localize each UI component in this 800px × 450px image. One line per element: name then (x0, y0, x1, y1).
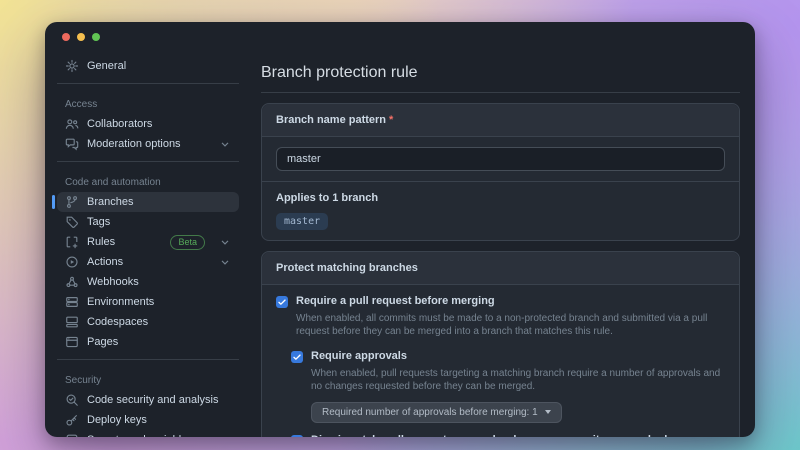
require-approvals-checkbox[interactable] (291, 350, 303, 363)
sidebar-item-deploy-keys[interactable]: Deploy keys (57, 410, 239, 430)
sidebar-section-access: Access (65, 99, 98, 110)
chevron-down-icon (219, 434, 231, 437)
sidebar-item-environments[interactable]: Environments (57, 292, 239, 312)
sidebar-item-label: Secrets and variables (87, 434, 193, 437)
require-approvals-description: When enabled, pull requests targeting a … (311, 367, 721, 393)
codespaces-icon (65, 315, 79, 329)
require-approvals-label[interactable]: Require approvals (311, 350, 725, 364)
play-circle-icon (65, 255, 79, 269)
window-zoom-button[interactable] (92, 33, 100, 41)
sidebar-item-rules[interactable]: Rules Beta (57, 232, 239, 252)
sidebar-item-label: Code security and analysis (87, 394, 219, 406)
webhook-icon (65, 275, 79, 289)
repo-settings-window: General Access Collaborators Moderation … (45, 22, 755, 437)
sidebar-item-branches[interactable]: Branches (52, 192, 239, 212)
sidebar-item-label: Branches (87, 196, 134, 208)
secrets-icon (65, 433, 79, 437)
window-close-button[interactable] (62, 33, 70, 41)
desktop-background: General Access Collaborators Moderation … (0, 0, 800, 450)
protect-card-header: Protect matching branches (262, 252, 739, 285)
sidebar-divider (57, 161, 239, 162)
applies-section: Applies to 1 branch master (262, 181, 739, 240)
required-asterisk: * (389, 114, 394, 126)
sidebar-item-code-security[interactable]: Code security and analysis (57, 390, 239, 410)
chevron-down-icon (219, 138, 231, 150)
git-branch-icon (65, 195, 79, 209)
require-approvals-row: Require approvals When enabled, pull req… (291, 350, 725, 394)
sidebar-divider (57, 83, 239, 84)
sidebar-item-label: Actions (87, 256, 124, 268)
sidebar-item-tags[interactable]: Tags (57, 212, 239, 232)
require-pr-row: Require a pull request before merging Wh… (276, 295, 725, 339)
sidebar-item-label: General (87, 60, 127, 72)
beta-badge: Beta (170, 234, 205, 250)
branch-protection-content: Branch protection rule Branch name patte… (251, 52, 755, 437)
pattern-header-label: Branch name pattern (276, 114, 387, 126)
sidebar-item-label: Moderation options (87, 138, 181, 150)
require-pr-label[interactable]: Require a pull request before merging (296, 295, 725, 309)
window-titlebar (45, 22, 755, 52)
chevron-down-icon (219, 256, 231, 268)
tag-icon (65, 215, 79, 229)
pattern-card-header: Branch name pattern * (262, 104, 739, 137)
codescan-icon (65, 393, 79, 407)
chevron-down-icon (219, 236, 231, 248)
dismiss-stale-label[interactable]: Dismiss stale pull request approvals whe… (311, 434, 725, 438)
gear-icon (65, 59, 79, 73)
active-item-indicator (52, 195, 55, 209)
server-icon (65, 295, 79, 309)
sidebar-item-actions[interactable]: Actions (57, 252, 239, 272)
people-icon (65, 117, 79, 131)
require-pr-checkbox[interactable] (276, 296, 288, 308)
sidebar-item-label: Collaborators (87, 118, 153, 130)
dismiss-stale-row: Dismiss stale pull request approvals whe… (291, 434, 725, 438)
protect-card-body: Require a pull request before merging Wh… (262, 285, 739, 437)
sidebar-item-label: Pages (87, 336, 119, 348)
settings-sidebar: General Access Collaborators Moderation … (45, 52, 251, 437)
sidebar-item-label: Webhooks (87, 276, 139, 288)
pattern-input-section (262, 137, 739, 181)
sidebar-item-pages[interactable]: Pages (57, 332, 239, 352)
branch-name-pattern-input[interactable] (276, 147, 725, 171)
require-pr-description: When enabled, all commits must be made t… (296, 312, 708, 338)
sidebar-item-codespaces[interactable]: Codespaces (57, 312, 239, 332)
sidebar-section-code-automation: Code and automation (65, 177, 161, 188)
branch-name-pattern-card: Branch name pattern* Applies to 1 branch… (261, 103, 740, 241)
sidebar-item-label: Deploy keys (87, 414, 147, 426)
window-minimize-button[interactable] (77, 33, 85, 41)
comment-discussion-icon (65, 137, 79, 151)
sidebar-item-general[interactable]: General (57, 56, 239, 76)
rules-icon (65, 235, 79, 249)
approvals-count-dropdown[interactable]: Required number of approvals before merg… (311, 401, 562, 423)
sidebar-item-label: Codespaces (87, 316, 149, 328)
sidebar-divider (57, 359, 239, 360)
sidebar-section-security: Security (65, 375, 102, 386)
sidebar-item-collaborators[interactable]: Collaborators (57, 114, 239, 134)
matching-branch-badge: master (276, 213, 329, 230)
sidebar-item-moderation-options[interactable]: Moderation options (57, 134, 239, 154)
key-icon (65, 413, 79, 427)
browser-icon (65, 335, 79, 349)
sidebar-item-label: Tags (87, 216, 111, 228)
dismiss-stale-checkbox[interactable] (291, 434, 303, 437)
sidebar-item-label: Environments (87, 296, 155, 308)
sidebar-item-webhooks[interactable]: Webhooks (57, 272, 239, 292)
dropdown-caret-icon (544, 410, 551, 414)
page-title: Branch protection rule (261, 60, 740, 93)
protect-matching-branches-card: Protect matching branches Require a pull… (261, 251, 740, 437)
approvals-dropdown-label: Required number of approvals before merg… (322, 406, 538, 418)
sidebar-item-label: Rules (87, 236, 116, 248)
sidebar-item-secrets-variables[interactable]: Secrets and variables (57, 430, 239, 437)
applies-label: Applies to 1 branch (276, 192, 379, 204)
